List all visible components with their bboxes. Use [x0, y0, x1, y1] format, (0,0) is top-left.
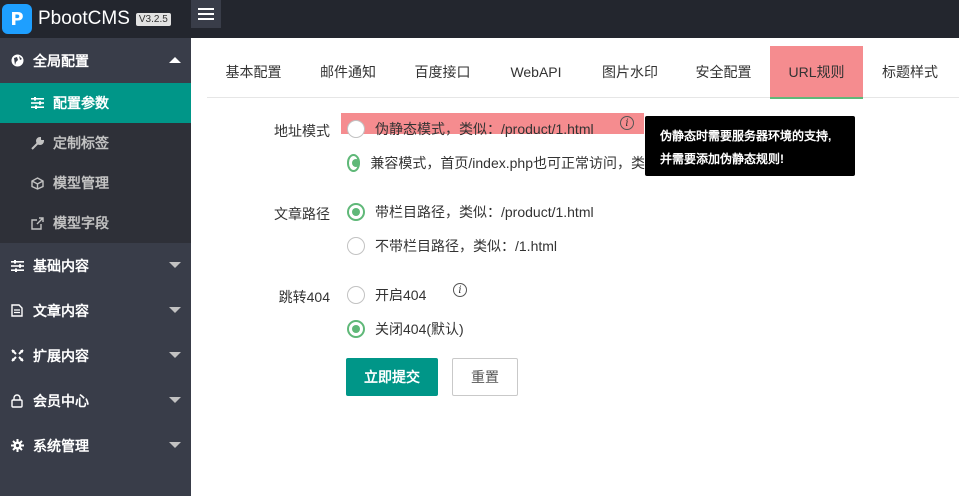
file-icon [10, 304, 24, 318]
article-path-label: 文章路径 [274, 206, 330, 222]
sidebar-item-label: 配置参数 [53, 95, 109, 111]
chevron-down-icon [169, 397, 181, 403]
sidebar-group-label: 系统管理 [33, 437, 89, 454]
radio-circle [347, 154, 361, 172]
reset-button[interactable]: 重置 [452, 358, 518, 396]
chevron-down-icon [169, 307, 181, 313]
sidebar-submenu: 配置参数 定制标签 模型管理 模型字段 [0, 83, 191, 243]
chevron-down-icon [169, 352, 181, 358]
sidebar-group-article-content[interactable]: 文章内容 [0, 288, 191, 333]
wrench-icon [30, 136, 44, 150]
app-name: PbootCMS [38, 8, 130, 29]
info-icon[interactable]: i [453, 283, 467, 297]
menu-toggle-button[interactable] [191, 0, 221, 28]
radio-circle [347, 320, 365, 338]
sidebar-group-label: 文章内容 [33, 302, 89, 319]
sidebar-group-label: 扩展内容 [33, 347, 89, 364]
sidebar-item-custom-tags[interactable]: 定制标签 [0, 123, 191, 163]
tab-webapi[interactable]: WebAPI [489, 46, 583, 98]
radio-label: 不带栏目路径，类似：/1.html [375, 238, 558, 254]
radio-label: 带栏目路径，类似：/product/1.html [375, 204, 594, 220]
submit-button[interactable]: 立即提交 [346, 358, 438, 396]
sidebar-group-label: 全局配置 [33, 52, 89, 69]
gear-icon [10, 439, 24, 453]
external-link-icon [30, 216, 44, 230]
sidebar-group-member-center[interactable]: 会员中心 [0, 378, 191, 423]
tab-basic-config[interactable]: 基本配置 [207, 46, 300, 98]
lock-icon [10, 393, 24, 408]
sliders-icon [30, 96, 44, 110]
redirect-404-label: 跳转404 [278, 289, 330, 305]
radio-label: 伪静态模式，类似：/product/1.html [375, 121, 594, 137]
globe-icon [10, 54, 24, 68]
tab-title-style[interactable]: 标题样式 [863, 46, 957, 98]
tab-security-config[interactable]: 安全配置 [677, 46, 770, 98]
info-icon[interactable]: i [620, 116, 634, 130]
sidebar-group-basic-content[interactable]: 基础内容 [0, 243, 191, 288]
chevron-up-icon [169, 57, 181, 63]
tab-baidu-api[interactable]: 百度接口 [396, 46, 489, 98]
url-mode-label: 地址模式 [274, 123, 330, 139]
sidebar-item-config-params[interactable]: 配置参数 [0, 83, 191, 123]
tab-email-notify[interactable]: 邮件通知 [300, 46, 396, 98]
sidebar: 全局配置 配置参数 定制标签 模型管理 模型字段 基础内容 文章内容 扩展内容 … [0, 38, 191, 496]
sidebar-item-label: 模型字段 [53, 215, 109, 231]
sidebar-group-system-manage[interactable]: 系统管理 [0, 423, 191, 468]
chevron-down-icon [169, 442, 181, 448]
radio-without-category-path[interactable]: 不带栏目路径，类似：/1.html [347, 236, 557, 256]
logo-icon: P [2, 4, 32, 34]
tab-image-watermark[interactable]: 图片水印 [583, 46, 677, 98]
sliders-icon [10, 259, 24, 273]
sidebar-group-extended-content[interactable]: 扩展内容 [0, 333, 191, 378]
top-bar: P PbootCMS V3.2.5 [0, 0, 959, 38]
tooltip-line: 伪静态时需要服务器环境的支持, [660, 129, 832, 143]
sidebar-item-label: 定制标签 [53, 135, 109, 151]
expand-icon [10, 349, 24, 363]
tab-url-rules[interactable]: URL规则 [770, 46, 863, 99]
radio-circle [347, 120, 365, 138]
radio-circle [347, 237, 365, 255]
tooltip: 伪静态时需要服务器环境的支持, 并需要添加伪静态规则! [645, 116, 855, 176]
sidebar-group-global-config[interactable]: 全局配置 [0, 38, 191, 83]
sidebar-group-label: 基础内容 [33, 257, 89, 274]
radio-disable-404[interactable]: 关闭404(默认) [347, 319, 464, 339]
sidebar-item-label: 模型管理 [53, 175, 109, 191]
sidebar-group-label: 会员中心 [33, 392, 89, 409]
radio-label: 兼容模式，首页/index.php也可正常访问，类 [370, 155, 645, 171]
sidebar-item-model-manage[interactable]: 模型管理 [0, 163, 191, 203]
radio-label: 关闭404(默认) [375, 321, 464, 337]
logo[interactable]: P PbootCMS V3.2.5 [0, 0, 191, 38]
radio-compatible-mode[interactable]: 兼容模式，首页/index.php也可正常访问，类 [347, 153, 645, 173]
radio-circle [347, 203, 365, 221]
hamburger-icon [198, 8, 214, 20]
radio-circle [347, 286, 365, 304]
radio-with-category-path[interactable]: 带栏目路径，类似：/product/1.html [347, 202, 594, 222]
chevron-down-icon [169, 262, 181, 268]
config-tabs: 基本配置 邮件通知 百度接口 WebAPI 图片水印 安全配置 URL规则 标题… [207, 46, 959, 99]
radio-pseudo-static[interactable]: 伪静态模式，类似：/product/1.html [347, 119, 594, 139]
radio-label: 开启404 [375, 287, 427, 303]
sidebar-item-model-fields[interactable]: 模型字段 [0, 203, 191, 243]
cube-icon [30, 176, 44, 190]
tooltip-line: 并需要添加伪静态规则! [660, 152, 784, 166]
version-badge: V3.2.5 [135, 12, 171, 26]
radio-enable-404[interactable]: 开启404 [347, 285, 426, 305]
